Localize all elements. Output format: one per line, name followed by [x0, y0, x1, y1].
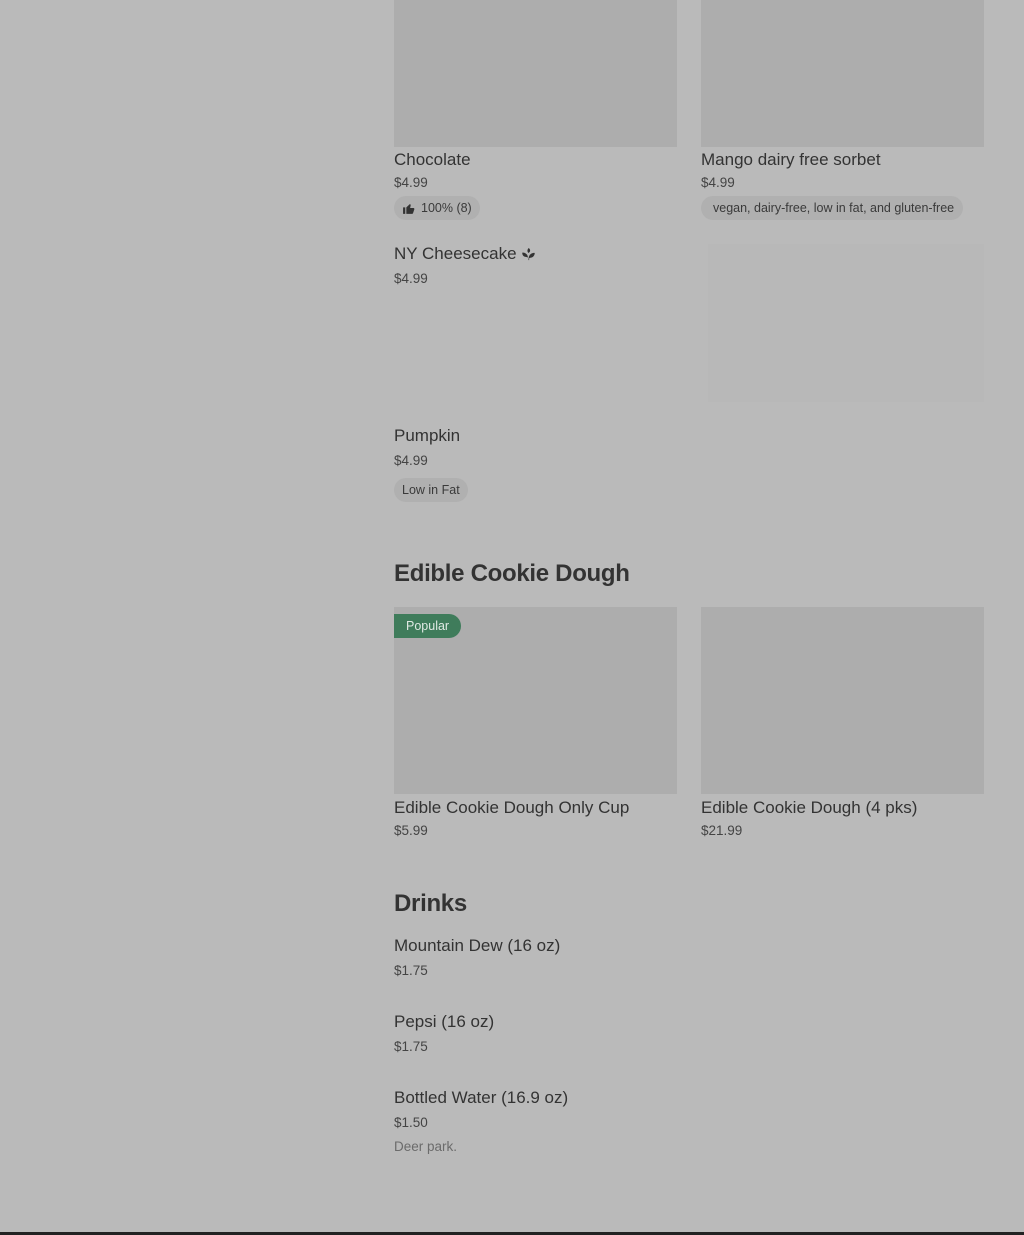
item-price-pepsi: $1.75 — [394, 1039, 428, 1054]
item-title-cheesecake: NY Cheesecake — [394, 244, 517, 263]
item-title-cookie-dough-4pk[interactable]: Edible Cookie Dough (4 pks) — [701, 798, 917, 818]
item-title-mountain-dew[interactable]: Mountain Dew (16 oz) — [394, 936, 560, 956]
rating-chip: 100% (8) — [394, 196, 480, 220]
section-heading-drinks: Drinks — [394, 890, 467, 917]
item-price-chocolate: $4.99 — [394, 175, 428, 190]
item-price-pumpkin: $4.99 — [394, 453, 428, 468]
item-price-cheesecake: $4.99 — [394, 271, 428, 286]
plant-icon — [521, 247, 536, 262]
chocolate-image[interactable] — [394, 0, 677, 147]
mango-sorbet-image[interactable] — [701, 0, 984, 147]
cheesecake-image[interactable] — [708, 244, 984, 402]
item-description-bottled-water: Deer park. — [394, 1139, 458, 1154]
thumbs-up-icon — [402, 202, 415, 215]
low-fat-chip: Low in Fat — [394, 478, 468, 502]
section-heading-cookie-dough: Edible Cookie Dough — [394, 560, 630, 587]
item-price-mountain-dew: $1.75 — [394, 963, 428, 978]
item-price-mango-sorbet: $4.99 — [701, 175, 735, 190]
popular-badge: Popular — [394, 614, 462, 638]
item-title-chocolate[interactable]: Chocolate — [394, 150, 471, 170]
item-title-pepsi[interactable]: Pepsi (16 oz) — [394, 1012, 494, 1032]
item-title-bottled-water[interactable]: Bottled Water (16.9 oz) — [394, 1088, 568, 1108]
item-title-pumpkin[interactable]: Pumpkin — [394, 426, 460, 446]
cookie-dough-4pk-image[interactable] — [701, 607, 984, 794]
item-title-cookie-dough-cup[interactable]: Edible Cookie Dough Only Cup — [394, 798, 629, 818]
item-price-cookie-dough-4pk: $21.99 — [701, 823, 743, 838]
item-price-cookie-dough-cup: $5.99 — [394, 823, 428, 838]
rating-text: 100% (8) — [421, 201, 472, 215]
item-cheesecake[interactable]: NY Cheesecake — [394, 244, 536, 264]
item-price-bottled-water: $1.50 — [394, 1115, 428, 1130]
item-title-mango-sorbet[interactable]: Mango dairy free sorbet — [701, 150, 881, 170]
dietary-tags-chip: vegan, dairy-free, low in fat, and glute… — [701, 196, 964, 220]
